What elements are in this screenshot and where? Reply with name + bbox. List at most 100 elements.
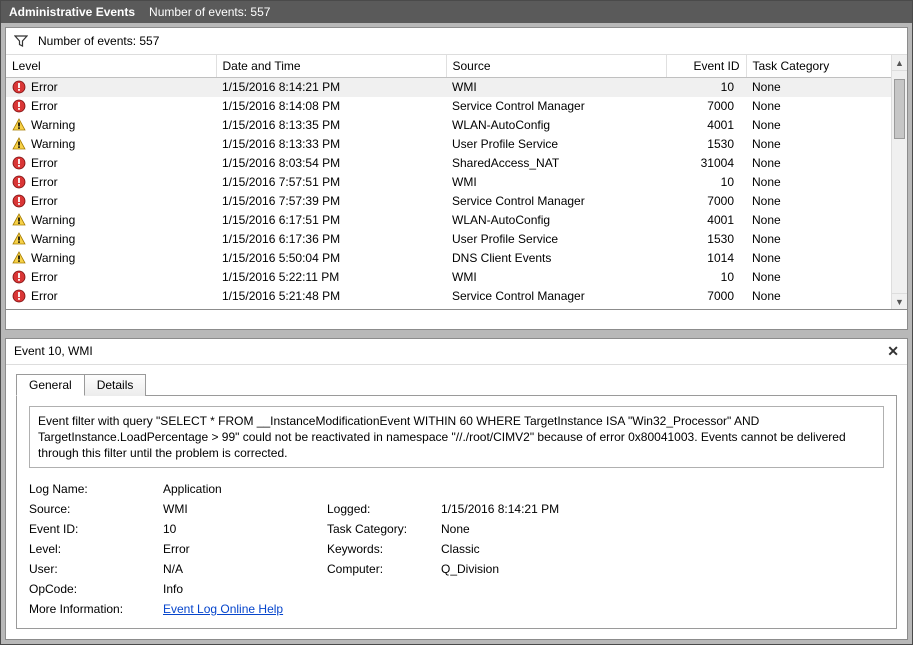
cell-date: 1/15/2016 8:14:08 PM — [216, 97, 446, 116]
val-user: N/A — [163, 562, 323, 576]
filter-bar: Number of events: 557 — [6, 28, 907, 55]
val-level: Error — [163, 542, 323, 556]
cell-date: 1/15/2016 5:22:11 PM — [216, 268, 446, 287]
error-icon — [12, 270, 26, 284]
scroll-down-icon[interactable]: ▼ — [892, 293, 907, 309]
cell-source: SharedAccess_NAT — [446, 154, 666, 173]
events-panel: Number of events: 557 Level Date and Tim… — [5, 27, 908, 330]
lbl-level: Level: — [29, 542, 159, 556]
cell-event-id: 7000 — [666, 287, 746, 306]
vertical-scrollbar[interactable]: ▲ ▼ — [891, 55, 907, 309]
cell-date: 1/15/2016 7:57:51 PM — [216, 173, 446, 192]
cell-event-id: 7000 — [666, 192, 746, 211]
title-bar: Administrative Events Number of events: … — [1, 1, 912, 23]
cell-source: DNS Client Events — [446, 249, 666, 268]
lbl-source: Source: — [29, 502, 159, 516]
tab-details[interactable]: Details — [84, 374, 147, 396]
cell-source: WMI — [446, 78, 666, 97]
cell-source: WMI — [446, 173, 666, 192]
cell-source: Service Control Manager — [446, 192, 666, 211]
table-row[interactable]: Warning1/15/2016 8:13:35 PMWLAN-AutoConf… — [6, 116, 907, 135]
detail-title: Event 10, WMI — [14, 344, 93, 358]
col-date[interactable]: Date and Time — [216, 55, 446, 78]
error-icon — [12, 175, 26, 189]
cell-date: 1/15/2016 5:21:48 PM — [216, 287, 446, 306]
link-online-help[interactable]: Event Log Online Help — [163, 602, 641, 616]
col-source[interactable]: Source — [446, 55, 666, 78]
table-row[interactable]: Warning1/15/2016 8:13:33 PMUser Profile … — [6, 135, 907, 154]
cell-level: Error — [31, 194, 58, 208]
table-row[interactable]: Error1/15/2016 8:03:54 PMSharedAccess_NA… — [6, 154, 907, 173]
event-properties: Log Name: Application Source: WMI Logged… — [29, 482, 884, 616]
table-row[interactable]: Error 1/15/2016 7:57:39 PMService Control… — [6, 192, 907, 211]
lbl-taskcat: Task Category: — [327, 522, 437, 536]
scroll-thumb[interactable] — [894, 79, 905, 139]
table-row[interactable]: Error1/15/2016 5:22:11 PMWMI10None — [6, 268, 907, 287]
cell-source: Service Control Manager — [446, 97, 666, 116]
close-icon[interactable]: ✕ — [887, 343, 899, 360]
error-icon — [12, 156, 26, 170]
table-row[interactable]: Error1/15/2016 8:14:08 PMService Control… — [6, 97, 907, 116]
lbl-logname: Log Name: — [29, 482, 159, 496]
cell-date: 1/15/2016 5:50:04 PM — [216, 249, 446, 268]
lbl-logged: Logged: — [327, 502, 437, 516]
cell-task-category: None — [746, 287, 907, 306]
scroll-up-icon[interactable]: ▲ — [892, 55, 907, 71]
warning-icon — [12, 213, 26, 227]
cell-level: Error — [31, 175, 58, 189]
lbl-eventid: Event ID: — [29, 522, 159, 536]
cell-level: Warning — [31, 118, 75, 132]
tab-content-general: Event filter with query "SELECT * FROM _… — [16, 395, 897, 630]
col-event-id[interactable]: Event ID — [666, 55, 746, 78]
cell-source: Service Control Manager — [446, 287, 666, 306]
filter-icon[interactable] — [14, 34, 28, 48]
cell-task-category: None — [746, 173, 907, 192]
cell-source: User Profile Service — [446, 230, 666, 249]
lbl-opcode: OpCode: — [29, 582, 159, 596]
cell-level: Error — [31, 289, 58, 303]
cell-task-category: None — [746, 116, 907, 135]
table-row[interactable]: Error 1/15/2016 5:21:48 PMService Control… — [6, 287, 907, 306]
lbl-computer: Computer: — [327, 562, 437, 576]
cell-task-category: None — [746, 268, 907, 287]
cell-level: Warning — [31, 251, 75, 265]
cell-event-id: 1014 — [666, 249, 746, 268]
cell-date: 1/15/2016 8:13:35 PM — [216, 116, 446, 135]
cell-task-category: None — [746, 97, 907, 116]
window: Administrative Events Number of events: … — [0, 0, 913, 645]
warning-icon — [12, 251, 26, 265]
val-source: WMI — [163, 502, 323, 516]
cell-event-id: 10 — [666, 173, 746, 192]
cell-task-category: None — [746, 135, 907, 154]
events-table: Level Date and Time Source Event ID Task… — [6, 55, 907, 306]
lbl-moreinfo: More Information: — [29, 602, 159, 616]
error-icon — [12, 99, 26, 113]
cell-task-category: None — [746, 78, 907, 97]
filter-count: Number of events: 557 — [38, 34, 159, 48]
table-row[interactable]: Error1/15/2016 8:14:21 PMWMI10None — [6, 78, 907, 97]
cell-task-category: None — [746, 249, 907, 268]
col-task-category[interactable]: Task Category — [746, 55, 907, 78]
cell-date: 1/15/2016 7:57:39 PM — [216, 192, 446, 211]
cell-event-id: 4001 — [666, 211, 746, 230]
events-table-wrap: Level Date and Time Source Event ID Task… — [6, 55, 907, 310]
table-row[interactable]: Warning1/15/2016 6:17:51 PMWLAN-AutoConf… — [6, 211, 907, 230]
col-level[interactable]: Level — [6, 55, 216, 78]
val-eventid: 10 — [163, 522, 323, 536]
tab-general[interactable]: General — [16, 374, 85, 396]
error-icon — [12, 194, 26, 208]
cell-level: Error — [31, 80, 58, 94]
event-detail-panel: Event 10, WMI ✕ General Details Event fi… — [5, 338, 908, 641]
cell-source: User Profile Service — [446, 135, 666, 154]
detail-header: Event 10, WMI ✕ — [6, 339, 907, 365]
lbl-keywords: Keywords: — [327, 542, 437, 556]
cell-date: 1/15/2016 8:14:21 PM — [216, 78, 446, 97]
window-title: Administrative Events — [9, 5, 135, 19]
warning-icon — [12, 118, 26, 132]
table-row[interactable]: Warning 1/15/2016 5:50:04 PMDNS Client Ev… — [6, 249, 907, 268]
cell-event-id: 1530 — [666, 135, 746, 154]
table-row[interactable]: Error 1/15/2016 7:57:51 PMWMI10None — [6, 173, 907, 192]
cell-source: WMI — [446, 268, 666, 287]
cell-level: Warning — [31, 232, 75, 246]
table-row[interactable]: Warning1/15/2016 6:17:36 PMUser Profile … — [6, 230, 907, 249]
